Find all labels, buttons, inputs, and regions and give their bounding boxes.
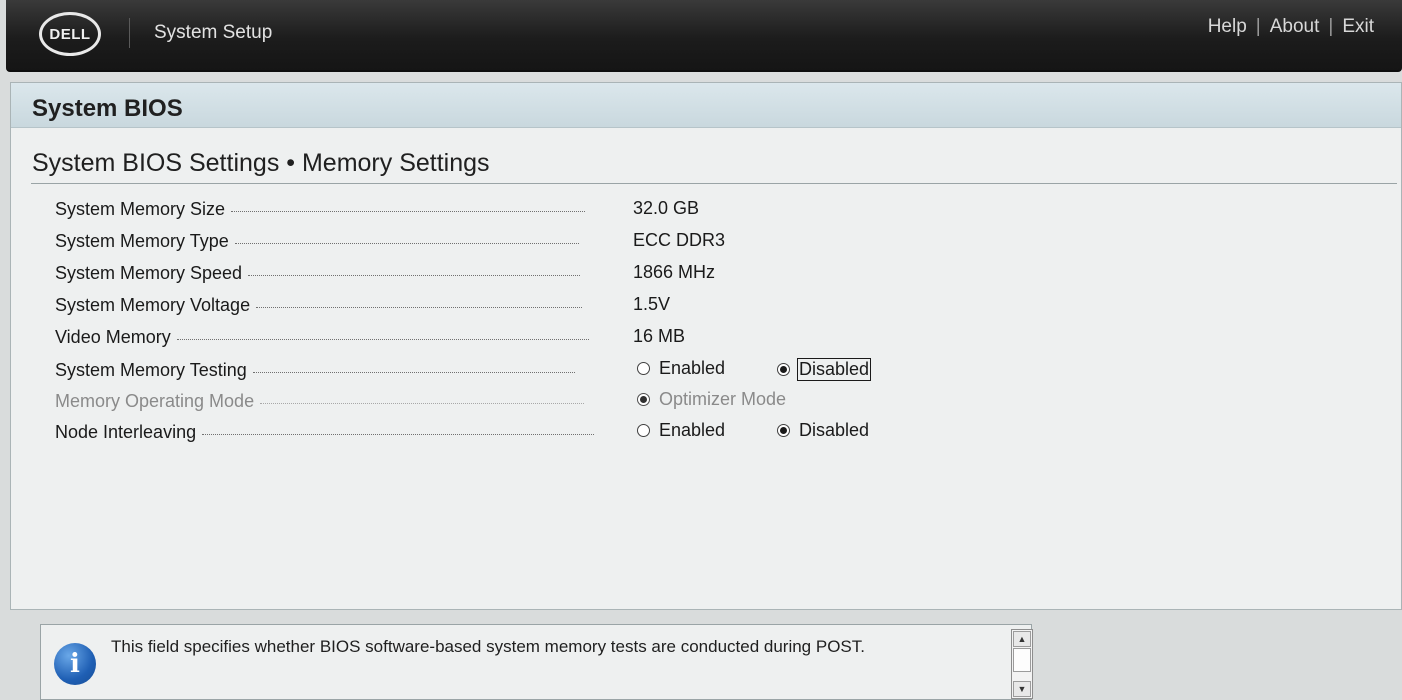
radio-label: Disabled [799,420,870,440]
radio-checked-icon [777,363,790,376]
setting-row-video-memory: Video Memory 16 MB [55,323,875,351]
setting-value: ECC DDR3 [633,230,726,250]
radio-unchecked-icon [637,362,650,375]
setting-value: 16 MB [633,326,686,346]
scroll-up-arrow-icon[interactable]: ▲ [1013,631,1031,647]
top-nav: Help | About | Exit [1208,16,1374,38]
dotted-leader [176,338,589,340]
dotted-leader [252,371,575,373]
logo-divider [129,18,130,48]
help-scrollbar[interactable]: ▲ ▼ [1011,629,1033,699]
app-title: System Setup [154,22,273,43]
setting-row-memory-testing: System Memory Testing Enabled Disabled [55,356,875,384]
scroll-thumb[interactable] [1013,648,1031,672]
panel-header: System BIOS [11,83,1401,128]
radio-option-optimizer-mode: Optimizer Mode [637,389,786,410]
settings-panel: System BIOS System BIOS Settings • Memor… [10,82,1402,610]
setting-label: System Memory Size [55,198,226,219]
radio-option-disabled[interactable]: Disabled [777,358,872,381]
help-link[interactable]: Help [1208,16,1247,38]
nav-separator: | [1255,16,1261,37]
dotted-leader [256,306,583,308]
setting-row-node-interleaving: Node Interleaving Enabled Disabled [55,418,875,446]
panel-title: System BIOS [32,95,183,122]
radio-option-enabled[interactable]: Enabled [637,420,725,441]
radio-label: Enabled [659,358,726,378]
radio-option-enabled[interactable]: Enabled [637,358,725,379]
info-icon: i [54,643,96,685]
setting-label: Memory Operating Mode [55,390,255,411]
exit-link[interactable]: Exit [1342,16,1374,38]
scroll-down-arrow-icon[interactable]: ▼ [1013,681,1031,697]
dotted-leader [260,402,585,404]
radio-checked-icon [777,424,790,437]
section-divider [31,183,1397,184]
setting-label: System Memory Speed [55,262,243,283]
radio-unchecked-icon [637,424,650,437]
setting-row-memory-size: System Memory Size 32.0 GB [55,195,875,223]
setting-label: System Memory Testing [55,359,247,380]
setting-row-memory-voltage: System Memory Voltage 1.5V [55,291,875,319]
help-box: i This field specifies whether BIOS soft… [40,624,1033,700]
radio-label: Enabled [659,420,726,440]
setting-value: 32.0 GB [633,198,700,218]
setting-value: 1866 MHz [633,262,716,282]
setting-label: System Memory Type [55,230,229,251]
dotted-leader [202,433,595,435]
dotted-leader [248,274,581,276]
dell-logo-icon: DELL [39,12,101,56]
radio-option-disabled[interactable]: Disabled [777,420,869,441]
help-text: This field specifies whether BIOS softwa… [111,637,865,656]
setting-label: Video Memory [55,326,171,347]
nav-separator: | [1328,16,1334,37]
setting-row-operating-mode: Memory Operating Mode Optimizer Mode [55,387,875,415]
radio-label: Optimizer Mode [659,389,787,409]
dotted-leader [231,210,586,212]
about-link[interactable]: About [1270,16,1320,38]
radio-checked-icon [637,393,650,406]
setting-row-memory-type: System Memory Type ECC DDR3 [55,227,875,255]
logo-text: DELL [49,25,91,43]
radio-label-focused: Disabled [797,358,872,381]
section-title: System BIOS Settings • Memory Settings [32,149,490,177]
setting-row-memory-speed: System Memory Speed 1866 MHz [55,259,875,287]
top-header-bar: DELL System Setup Help | About | Exit [6,0,1402,72]
setting-value: 1.5V [633,294,671,314]
setting-label: Node Interleaving [55,421,197,442]
dotted-leader [234,242,579,244]
setting-label: System Memory Voltage [55,294,251,315]
